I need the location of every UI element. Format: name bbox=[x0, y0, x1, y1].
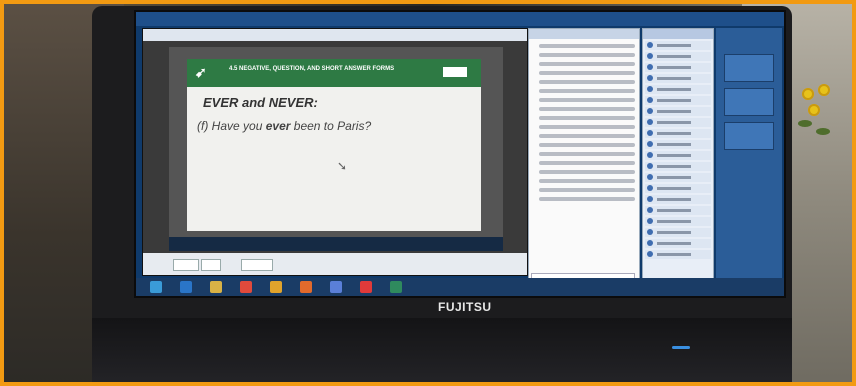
page-number-field[interactable] bbox=[173, 259, 199, 271]
slide-header: ➹ 4.5 NEGATIVE, QUESTION, AND SHORT ANSW… bbox=[187, 59, 481, 87]
app-top-bar bbox=[136, 12, 784, 26]
laptop-base bbox=[92, 318, 792, 382]
folder-icon[interactable] bbox=[210, 281, 222, 293]
slide: ➹ 4.5 NEGATIVE, QUESTION, AND SHORT ANSW… bbox=[187, 59, 481, 231]
question-prefix: (f) bbox=[197, 119, 209, 133]
laptop: ➹ 4.5 NEGATIVE, QUESTION, AND SHORT ANSW… bbox=[92, 6, 792, 382]
laptop-screen: ➹ 4.5 NEGATIVE, QUESTION, AND SHORT ANSW… bbox=[134, 10, 786, 298]
presentation-tabs[interactable] bbox=[143, 29, 527, 41]
flowers bbox=[798, 84, 838, 164]
brand-logo: FUJITSU bbox=[438, 300, 492, 314]
attendees-header bbox=[643, 29, 713, 39]
start-button-icon[interactable] bbox=[150, 281, 162, 293]
slide-header-text: 4.5 NEGATIVE, QUESTION, AND SHORT ANSWER… bbox=[229, 66, 395, 72]
slide-title: EVER and NEVER: bbox=[203, 95, 318, 110]
mouse-cursor-icon: ➘ bbox=[337, 159, 348, 173]
media-icon[interactable] bbox=[240, 281, 252, 293]
question-bold: ever bbox=[265, 119, 291, 133]
question-after: been to Paris? bbox=[293, 119, 372, 133]
shared-screen: ➹ 4.5 NEGATIVE, QUESTION, AND SHORT ANSW… bbox=[169, 47, 503, 247]
os-taskbar bbox=[136, 278, 784, 296]
attendees-panel bbox=[642, 28, 714, 288]
presentation-toolbar bbox=[143, 253, 527, 275]
side-button-3[interactable] bbox=[724, 122, 774, 150]
chrome-icon[interactable] bbox=[270, 281, 282, 293]
excel-icon[interactable] bbox=[390, 281, 402, 293]
side-panel bbox=[716, 28, 782, 286]
side-button-1[interactable] bbox=[724, 54, 774, 82]
chat-header bbox=[529, 29, 639, 39]
shared-windows-taskbar bbox=[169, 237, 503, 251]
zoom-select[interactable] bbox=[241, 259, 273, 271]
ie-icon[interactable] bbox=[180, 281, 192, 293]
system-tray bbox=[738, 281, 778, 293]
app-icon[interactable] bbox=[330, 281, 342, 293]
photo-frame: ➹ 4.5 NEGATIVE, QUESTION, AND SHORT ANSW… bbox=[0, 0, 856, 386]
question-before: Have you bbox=[211, 119, 263, 133]
presentation-panel: ➹ 4.5 NEGATIVE, QUESTION, AND SHORT ANSW… bbox=[142, 28, 528, 276]
slide-badge bbox=[443, 67, 467, 77]
opera-icon[interactable] bbox=[360, 281, 372, 293]
page-next-button[interactable] bbox=[201, 259, 221, 271]
side-button-2[interactable] bbox=[724, 88, 774, 116]
chat-panel bbox=[528, 28, 640, 288]
slide-question: (f) Have you ever been to Paris? bbox=[197, 119, 371, 133]
power-led bbox=[672, 346, 690, 349]
bird-logo-icon: ➹ bbox=[195, 64, 207, 80]
firefox-icon[interactable] bbox=[300, 281, 312, 293]
